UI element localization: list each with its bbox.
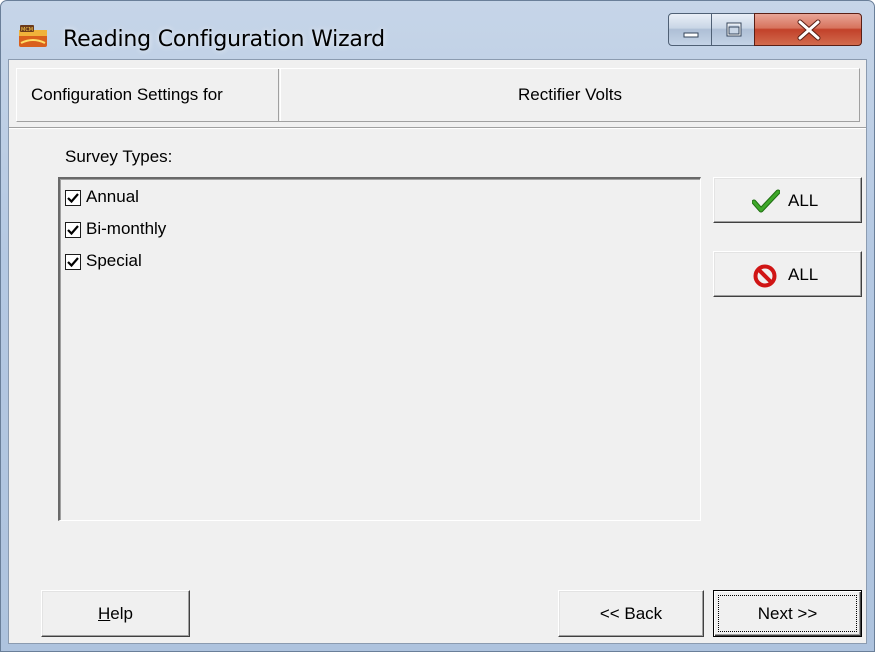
minimize-icon xyxy=(683,32,699,38)
checkmark-icon xyxy=(67,225,79,236)
configuration-target: Rectifier Volts xyxy=(280,69,859,121)
help-label: Help xyxy=(42,591,189,636)
svg-text:MCM: MCM xyxy=(21,27,33,33)
maximize-button[interactable] xyxy=(711,13,755,46)
minimize-button[interactable] xyxy=(668,13,712,46)
dialog-client-area: Configuration Settings for Rectifier Vol… xyxy=(8,59,867,644)
close-button[interactable] xyxy=(754,13,862,46)
help-button[interactable]: Help xyxy=(41,590,190,637)
mcm-app-icon[interactable]: MCM xyxy=(18,23,48,49)
window-title: Reading Configuration Wizard xyxy=(63,27,385,52)
clear-all-button[interactable]: ALL xyxy=(713,251,862,297)
checkmark-icon xyxy=(752,189,780,213)
help-mnemonic: H xyxy=(98,604,111,623)
back-label: << Back xyxy=(599,604,663,623)
checkmark-icon xyxy=(67,193,79,204)
annual-checkbox[interactable] xyxy=(65,190,81,206)
bi-monthly-label: Bi-monthly xyxy=(86,219,167,238)
survey-types-label: Survey Types: xyxy=(65,147,173,166)
wizard-window: MCM Reading Configuration Wizard Configu… xyxy=(0,0,875,652)
title-bar[interactable]: MCM Reading Configuration Wizard xyxy=(1,1,874,59)
checkmark-icon xyxy=(67,257,79,268)
select-all-button[interactable]: ALL xyxy=(713,177,862,223)
divider xyxy=(9,127,866,129)
special-checkbox[interactable] xyxy=(65,254,81,270)
configuration-label: Configuration Settings for xyxy=(17,69,279,121)
clear-all-label: ALL xyxy=(788,265,819,284)
maximize-icon xyxy=(726,22,742,37)
help-label-rest: elp xyxy=(110,604,133,623)
configuration-header: Configuration Settings for Rectifier Vol… xyxy=(16,68,860,122)
special-label: Special xyxy=(86,251,142,270)
back-button[interactable]: << Back xyxy=(558,590,704,637)
survey-types-list[interactable]: Annual Bi-monthly Special xyxy=(58,177,701,521)
no-sign-icon xyxy=(753,264,777,288)
window-controls xyxy=(668,13,862,48)
bi-monthly-checkbox[interactable] xyxy=(65,222,81,238)
next-button[interactable]: Next >> xyxy=(713,590,862,637)
annual-label: Annual xyxy=(86,187,139,206)
close-icon xyxy=(797,19,821,41)
select-all-label: ALL xyxy=(788,191,819,210)
focus-indicator xyxy=(718,595,857,632)
